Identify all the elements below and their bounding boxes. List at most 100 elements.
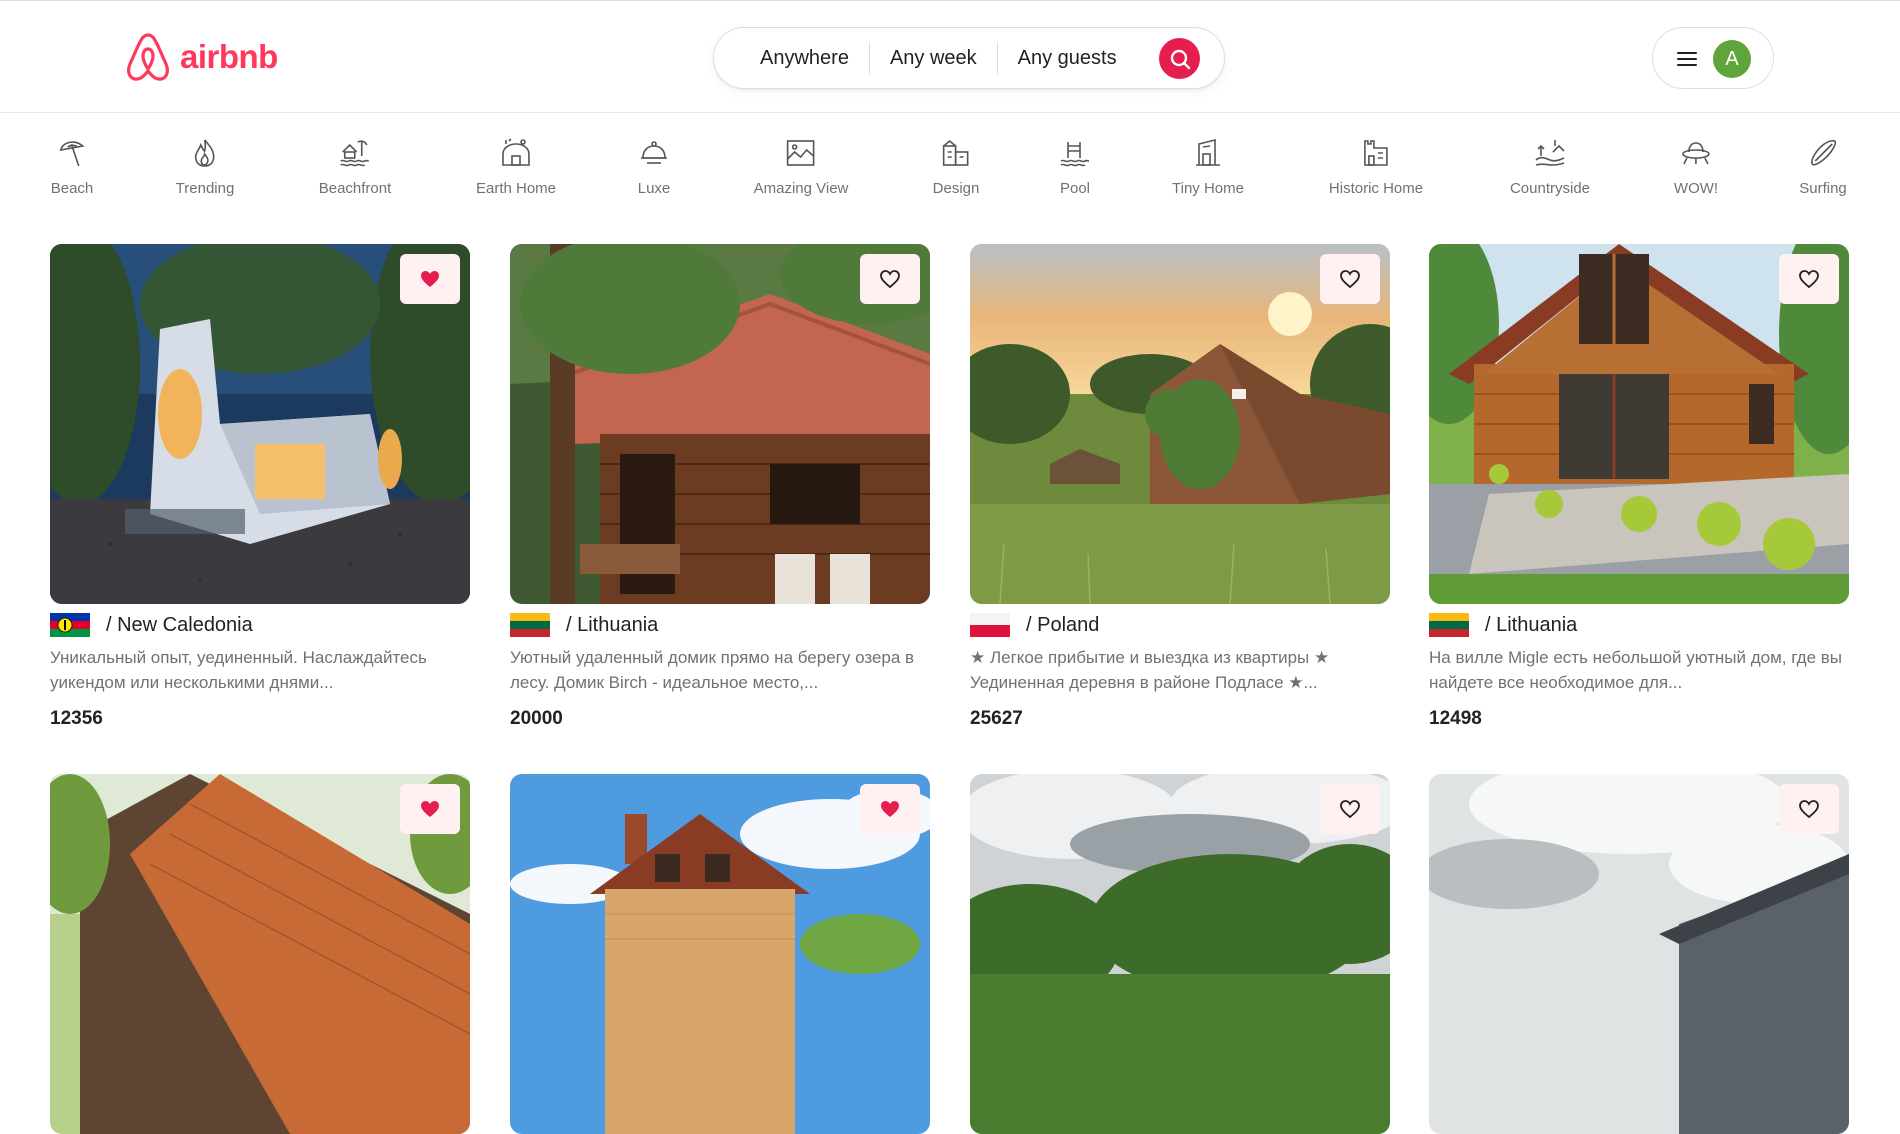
search-when[interactable]: Any week [870, 47, 997, 70]
listing-price: 12356 [50, 708, 103, 729]
heart-filled-icon [421, 271, 439, 287]
listing-price: 20000 [510, 708, 563, 729]
favorite-button[interactable] [860, 254, 920, 304]
heart-outline-icon [1340, 270, 1360, 288]
category-bar: Beach Trending Beachfront Earth Home Lux… [0, 114, 1900, 214]
airbnb-logo-icon [127, 33, 169, 81]
category-label: Design [932, 180, 980, 197]
tiny-home-icon [1196, 138, 1220, 166]
listing-photo[interactable] [970, 244, 1390, 604]
top-header: airbnb Anywhere Any week Any guests A [0, 0, 1900, 113]
listing-description: На вилле Migle есть небольшой уютный дом… [1429, 648, 1843, 692]
heart-outline-icon [880, 270, 900, 288]
favorite-button[interactable] [400, 784, 460, 834]
listing-card[interactable] [1429, 774, 1849, 1134]
luxe-bell-icon [641, 141, 667, 164]
beachfront-icon [340, 140, 370, 167]
heart-filled-icon [881, 801, 899, 817]
search-button[interactable] [1159, 38, 1200, 79]
listing-card[interactable]: / New Caledonia Уникальный опыт, уединен… [50, 244, 470, 730]
category-label: WOW! [1673, 180, 1719, 197]
category-label: Amazing View [753, 180, 849, 197]
pool-icon [1060, 142, 1090, 167]
heart-outline-icon [1340, 800, 1360, 818]
category-countryside[interactable]: Countryside [1510, 136, 1590, 197]
airbnb-logo[interactable]: airbnb [124, 31, 278, 83]
category-label: Trending [175, 180, 235, 197]
lithuania-flag-icon [1429, 613, 1469, 637]
category-beachfront[interactable]: Beachfront [318, 136, 392, 197]
favorite-button[interactable] [1779, 784, 1839, 834]
heart-filled-icon [421, 801, 439, 817]
poland-flag-icon [970, 613, 1010, 637]
category-luxe[interactable]: Luxe [637, 136, 671, 197]
favorite-button[interactable] [1320, 784, 1380, 834]
listing-price: 25627 [970, 708, 1023, 729]
ufo-icon [1682, 142, 1710, 165]
category-tiny-home[interactable]: Tiny Home [1172, 136, 1244, 197]
category-wow[interactable]: WOW! [1674, 136, 1718, 197]
listing-card[interactable]: / Lithuania На вилле Migle есть небольшо… [1429, 244, 1849, 730]
category-earth-home[interactable]: Earth Home [476, 136, 556, 197]
search-where[interactable]: Anywhere [714, 47, 869, 70]
search-bar[interactable]: Anywhere Any week Any guests [713, 27, 1225, 89]
category-surfing[interactable]: Surfing [1799, 136, 1847, 197]
category-label: Beachfront [318, 180, 392, 197]
brand-name: airbnb [180, 38, 278, 75]
listing-location: / Lithuania [1485, 613, 1578, 636]
countryside-icon [1535, 140, 1565, 166]
category-design[interactable]: Design [932, 136, 980, 197]
category-pool[interactable]: Pool [1058, 136, 1092, 197]
listing-card[interactable] [50, 774, 470, 1134]
favorite-button[interactable] [1779, 254, 1839, 304]
category-beach[interactable]: Beach [50, 136, 94, 197]
category-label: Luxe [637, 180, 671, 197]
category-historic-home[interactable]: Historic Home [1329, 136, 1423, 197]
listing-photo[interactable] [970, 774, 1390, 1134]
listing-description: Уникальный опыт, уединенный. Наслаждайте… [50, 648, 427, 692]
listing-card[interactable] [510, 774, 930, 1134]
category-label: Historic Home [1328, 180, 1424, 197]
listing-photo[interactable] [1429, 774, 1849, 1134]
earth-home-icon [502, 138, 530, 166]
listing-photo[interactable] [1429, 244, 1849, 604]
listing-photo[interactable] [50, 244, 470, 604]
search-icon [1170, 49, 1190, 69]
heart-outline-icon [1799, 270, 1819, 288]
favorite-button[interactable] [400, 254, 460, 304]
category-label: Earth Home [475, 180, 557, 197]
search-who[interactable]: Any guests [998, 47, 1137, 70]
beach-umbrella-icon [59, 141, 85, 167]
building-icon [943, 139, 969, 166]
user-menu-button[interactable]: A [1652, 27, 1774, 89]
listing-photo[interactable] [50, 774, 470, 1134]
category-amazing-view[interactable]: Amazing View [753, 136, 849, 197]
listing-photo[interactable] [510, 774, 930, 1134]
new-caledonia-flag-icon [50, 613, 90, 637]
surfboard-icon [1810, 139, 1836, 166]
category-label: Beach [50, 180, 94, 197]
listing-card[interactable]: / Lithuania Уютный удаленный домик прямо… [510, 244, 930, 730]
favorite-button[interactable] [1320, 254, 1380, 304]
listing-description: ★ Легкое прибытие и выездка из квартиры … [970, 648, 1330, 692]
listing-price: 12498 [1429, 708, 1482, 729]
heart-outline-icon [1799, 800, 1819, 818]
favorite-button[interactable] [860, 784, 920, 834]
flame-icon [195, 139, 215, 167]
category-label: Tiny Home [1172, 180, 1244, 197]
category-trending[interactable]: Trending [175, 136, 235, 197]
category-label: Countryside [1509, 180, 1591, 197]
avatar: A [1713, 40, 1751, 78]
lithuania-flag-icon [510, 613, 550, 637]
hamburger-menu-icon [1677, 52, 1697, 66]
category-label: Surfing [1799, 180, 1847, 197]
castle-icon [1364, 140, 1388, 166]
listing-location: / New Caledonia [106, 613, 253, 636]
listing-location: / Lithuania [566, 613, 659, 636]
listing-photo[interactable] [510, 244, 930, 604]
listing-card[interactable]: / Poland ★ Легкое прибытие и выездка из … [970, 244, 1390, 730]
category-label: Pool [1059, 180, 1091, 197]
listing-description: Уютный удаленный домик прямо на берегу о… [510, 648, 915, 692]
listing-location: / Poland [1026, 613, 1100, 636]
listing-card[interactable] [970, 774, 1390, 1134]
